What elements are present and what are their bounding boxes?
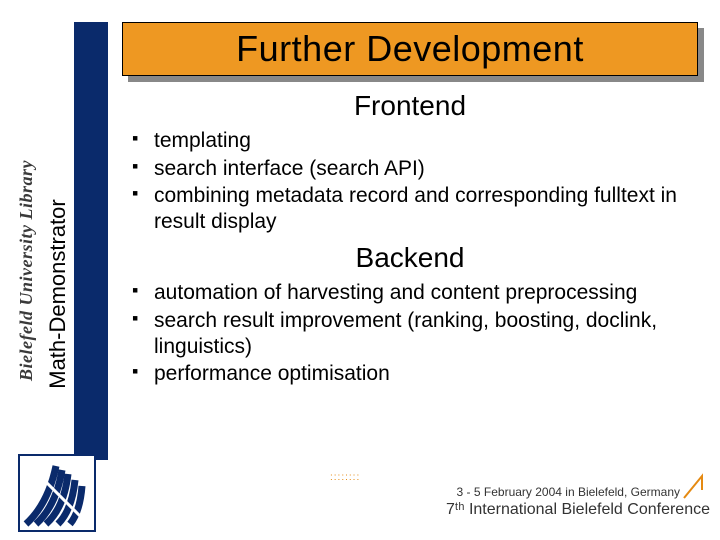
- list-item: search result improvement (ranking, boos…: [128, 308, 698, 359]
- list-item: combining metadata record and correspond…: [128, 183, 698, 234]
- footer-arrow-icon: [682, 472, 706, 500]
- slide-title: Further Development: [236, 28, 584, 70]
- left-accent-bar: [74, 22, 108, 460]
- footer-dots: ::::::::: [330, 472, 710, 483]
- backend-heading: Backend: [122, 242, 698, 274]
- backend-list: automation of harvesting and content pre…: [122, 280, 698, 386]
- side-label: Math-Demonstrator: [45, 199, 71, 389]
- list-item: search interface (search API): [128, 156, 698, 182]
- library-label: Bielefeld University Library: [16, 160, 37, 381]
- frontend-list: templating search interface (search API)…: [122, 128, 698, 234]
- slide-content: Frontend templating search interface (se…: [122, 82, 698, 389]
- footer-conference: 7ᵗʰ International Bielefeld Conference: [330, 501, 710, 519]
- organization-logo: [18, 454, 96, 532]
- footer-dates: 3 - 5 February 2004 in Bielefeld, German…: [330, 485, 710, 499]
- slide-title-bar: Further Development: [122, 22, 698, 76]
- list-item: automation of harvesting and content pre…: [128, 280, 698, 306]
- footer: :::::::: 3 - 5 February 2004 in Bielefel…: [330, 472, 710, 532]
- side-label-container: Math-Demonstrator: [46, 144, 70, 444]
- list-item: templating: [128, 128, 698, 154]
- library-label-container: Bielefeld University Library: [14, 120, 38, 420]
- frontend-heading: Frontend: [122, 90, 698, 122]
- list-item: performance optimisation: [128, 361, 698, 387]
- logo-icon: [18, 454, 96, 532]
